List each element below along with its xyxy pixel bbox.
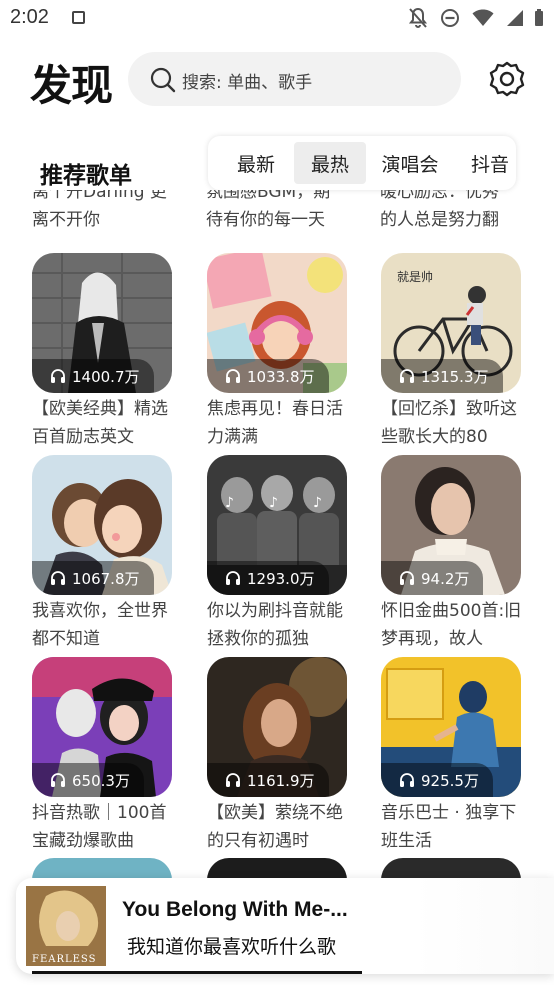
- play-count-text: 1033.8万: [247, 367, 315, 386]
- play-count: 94.2万: [381, 561, 484, 595]
- headphones-icon: [51, 773, 65, 787]
- play-count-text: 94.2万: [421, 569, 470, 588]
- status-icons: [408, 7, 524, 29]
- playlist-title: 音乐巴士 · 独享下班生活: [381, 803, 517, 851]
- tab-label: 抖音: [470, 153, 509, 176]
- playlist-title: 【欧美】萦绕不绝的只有初遇时: [207, 803, 343, 851]
- play-count-text: 1315.3万: [421, 367, 489, 386]
- playlist-cover: 1400.7万: [32, 253, 172, 393]
- album-text: FEARLESS: [32, 954, 96, 965]
- playlist-card[interactable]: ♪ ♪ ♪ 1293.0万 你以为刷抖音就能拯救你的孤独: [207, 455, 347, 653]
- tab-hottest[interactable]: 最热: [294, 142, 366, 184]
- do-not-disturb-icon: [441, 9, 459, 27]
- headphones-icon: [400, 773, 414, 787]
- battery-icon: [535, 9, 543, 26]
- playlist-title: 抖音热歌｜100首宝藏劲爆歌曲: [32, 803, 167, 851]
- partial-title[interactable]: 暖心励志：优秀 的人总是努力翻: [380, 190, 530, 234]
- status-bar: 2:02: [0, 0, 554, 38]
- header: 发现 搜索: 单曲、歌手: [0, 50, 554, 110]
- tab-label: 演唱会: [381, 153, 439, 176]
- playlist-cover: ♪ ♪ ♪ 1293.0万: [207, 455, 347, 595]
- svg-text:♪: ♪: [313, 495, 322, 511]
- svg-text:♪: ♪: [269, 495, 278, 511]
- playlist-card[interactable]: 925.5万 音乐巴士 · 独享下班生活: [381, 657, 521, 855]
- headphones-icon: [51, 369, 65, 383]
- tab-concert[interactable]: 演唱会: [372, 142, 448, 184]
- tab-newest[interactable]: 最新: [220, 142, 292, 184]
- cover-caption: 就是帅: [397, 270, 433, 284]
- player-fade: [414, 878, 554, 974]
- playlist-title: 怀旧金曲500首:旧梦再现，故人: [381, 601, 522, 649]
- play-count: 1293.0万: [207, 561, 329, 595]
- play-count-text: 650.3万: [72, 771, 130, 790]
- play-count-text: 1293.0万: [247, 569, 315, 588]
- settings-gear-icon[interactable]: [488, 60, 526, 98]
- now-playing-lyric: 我知道你最喜欢听什么歌: [127, 936, 337, 958]
- play-count-text: 925.5万: [421, 771, 479, 790]
- playlist-cover: 1067.8万: [32, 455, 172, 595]
- playlist-cover: 1033.8万: [207, 253, 347, 393]
- status-time: 2:02: [10, 6, 49, 28]
- playlist-cover: 1161.9万: [207, 657, 347, 797]
- playlist-card[interactable]: 就是帅 1315.3万 【回忆杀】致听这些歌长大的80: [381, 253, 521, 451]
- tab-group: 最新 最热 演唱会 抖音: [208, 136, 516, 190]
- tab-label: 最热: [310, 153, 349, 176]
- play-count-text: 1400.7万: [72, 367, 140, 386]
- play-count: 1033.8万: [207, 359, 329, 393]
- now-playing-title: You Belong With Me-...: [122, 898, 348, 921]
- playlist-cover: 650.3万: [32, 657, 172, 797]
- play-count: 925.5万: [381, 763, 493, 797]
- tab-label: 最新: [236, 153, 275, 176]
- play-count: 1161.9万: [207, 763, 329, 797]
- playlist-title: 【回忆杀】致听这些歌长大的80: [381, 399, 517, 447]
- play-count: 1400.7万: [32, 359, 154, 393]
- search-placeholder: 搜索: 单曲、歌手: [182, 73, 313, 93]
- play-count-text: 1067.8万: [72, 569, 140, 588]
- headphones-icon: [226, 773, 240, 787]
- playlist-title: 【欧美经典】精选百首励志英文: [32, 399, 168, 447]
- playlist-card[interactable]: 1161.9万 【欧美】萦绕不绝的只有初遇时: [207, 657, 347, 855]
- playlist-cover: 94.2万: [381, 455, 521, 595]
- search-icon: [150, 67, 176, 93]
- playlist-card[interactable]: 1400.7万 【欧美经典】精选百首励志英文: [32, 253, 172, 451]
- search-input[interactable]: 搜索: 单曲、歌手: [128, 52, 461, 106]
- playlist-card[interactable]: 1067.8万 我喜欢你，全世界都不知道: [32, 455, 172, 653]
- wifi-icon: [472, 9, 494, 26]
- playlist-title: 焦虑再见！春日活力满满: [207, 399, 343, 447]
- playlist-card[interactable]: 650.3万 抖音热歌｜100首宝藏劲爆歌曲: [32, 657, 172, 855]
- play-count: 1067.8万: [32, 561, 154, 595]
- play-count-text: 1161.9万: [247, 771, 315, 790]
- play-count: 650.3万: [32, 763, 144, 797]
- partial-title[interactable]: 氛围感BGM，期 待有你的每一天: [206, 190, 356, 234]
- bell-off-icon: [408, 7, 428, 28]
- svg-text:♪: ♪: [225, 495, 234, 511]
- headphones-icon: [226, 571, 240, 585]
- headphones-icon: [226, 369, 240, 383]
- headphones-icon: [51, 571, 65, 585]
- playlist-title: 你以为刷抖音就能拯救你的孤独: [207, 601, 343, 649]
- page-logo: 发现: [30, 61, 113, 110]
- headphones-icon: [400, 571, 414, 585]
- album-cover: FEARLESS: [26, 886, 106, 966]
- playlist-cover: 就是帅 1315.3万: [381, 253, 521, 393]
- headphones-icon: [400, 369, 414, 383]
- playlist-grid: 离个开Darling 更 离不开你 氛围感BGM，期 待有你的每一天 暖心励志：…: [0, 190, 554, 880]
- playback-progress: [32, 971, 362, 974]
- signal-icon: [507, 10, 523, 26]
- play-count: 1315.3万: [381, 359, 503, 393]
- section-title: 推荐歌单: [40, 163, 132, 189]
- mini-player[interactable]: FEARLESS You Belong With Me-... 我知道你最喜欢听…: [16, 878, 554, 974]
- tab-douyin[interactable]: 抖音: [460, 142, 516, 184]
- playlist-cover: 925.5万: [381, 657, 521, 797]
- playlist-card[interactable]: 94.2万 怀旧金曲500首:旧梦再现，故人: [381, 455, 521, 653]
- playlist-title: 我喜欢你，全世界都不知道: [32, 601, 168, 649]
- notification-square-icon: [72, 11, 85, 24]
- playlist-card[interactable]: 1033.8万 焦虑再见！春日活力满满: [207, 253, 347, 451]
- partial-title[interactable]: 离个开Darling 更 离不开你: [32, 190, 182, 234]
